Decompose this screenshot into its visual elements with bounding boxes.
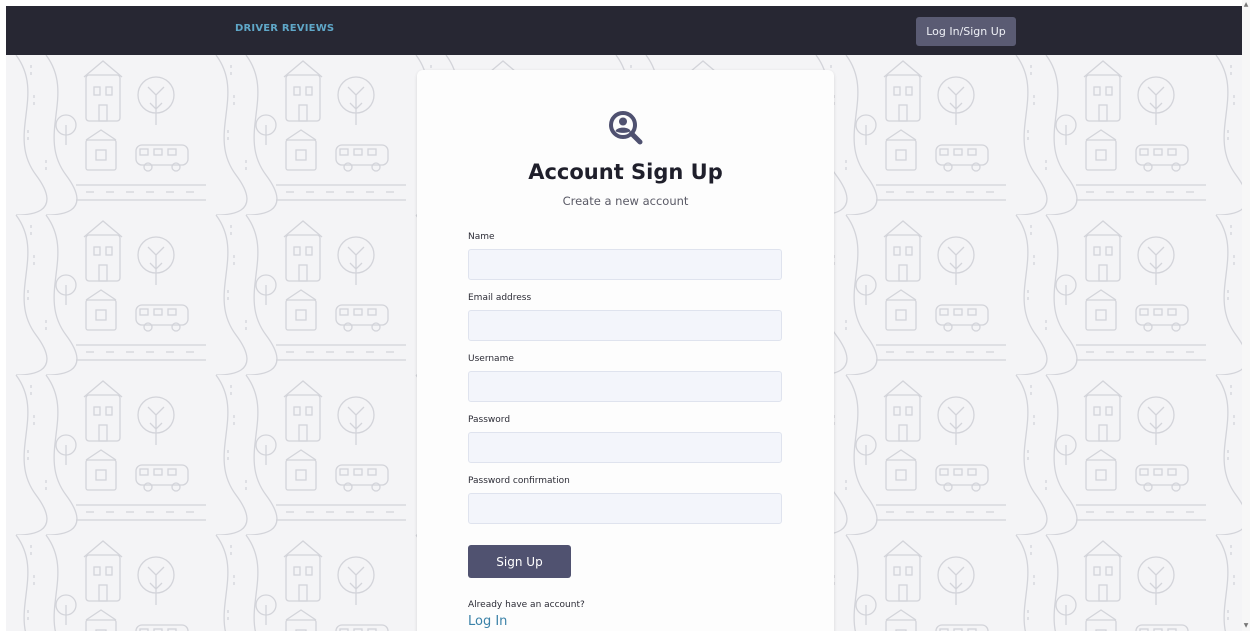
login-signup-button[interactable]: Log In/Sign Up: [916, 17, 1016, 46]
page-scrollbar[interactable]: ▲ ▼: [1242, 0, 1250, 631]
sign-up-button[interactable]: Sign Up: [468, 545, 571, 578]
password-confirmation-field[interactable]: [468, 493, 782, 524]
scroll-down-arrow-icon[interactable]: ▼: [1243, 623, 1249, 629]
username-field[interactable]: [468, 371, 782, 402]
password-field[interactable]: [468, 432, 782, 463]
app-viewport: DRIVER REVIEWS Log In/Sign Up Account Si…: [6, 6, 1242, 631]
already-have-account-text: Already have an account?: [468, 600, 585, 610]
magnifier-user-icon: [609, 111, 643, 145]
brand-link[interactable]: DRIVER REVIEWS: [235, 23, 334, 34]
password-label: Password: [468, 415, 511, 425]
login-link[interactable]: Log In: [468, 614, 507, 629]
signup-card: Account Sign Up Create a new account Nam…: [417, 70, 834, 631]
page-title: Account Sign Up: [528, 160, 723, 184]
email-label: Email address: [468, 293, 532, 303]
name-label: Name: [468, 232, 495, 242]
top-navbar: DRIVER REVIEWS Log In/Sign Up: [6, 6, 1242, 55]
page-subtitle: Create a new account: [562, 194, 689, 208]
username-label: Username: [468, 354, 514, 364]
name-field[interactable]: [468, 249, 782, 280]
scroll-up-arrow-icon[interactable]: ▲: [1243, 2, 1249, 8]
email-field[interactable]: [468, 310, 782, 341]
password-confirmation-label: Password confirmation: [468, 476, 570, 486]
